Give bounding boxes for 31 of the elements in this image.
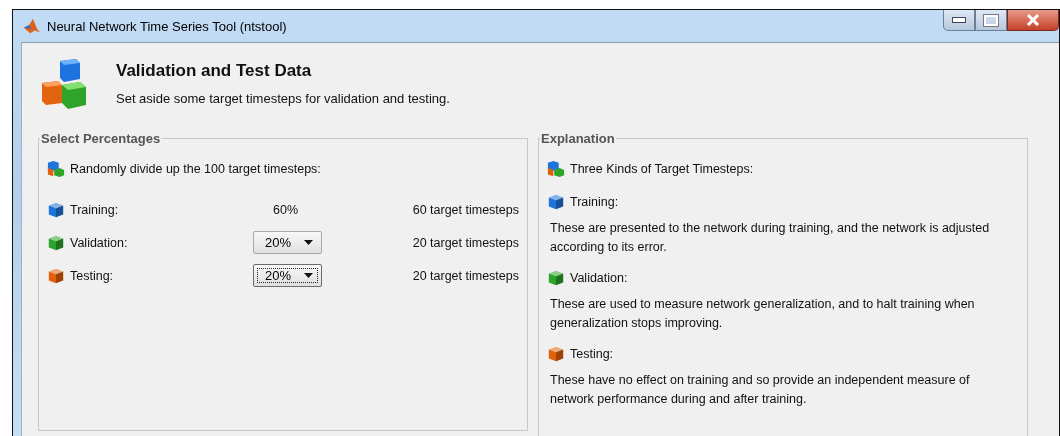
dropdown-arrow-icon: [304, 240, 314, 245]
description-text: These are used to measure network generalization, and to halt training when generalization stops improving.: [550, 296, 976, 332]
panel-title: Select Percentages: [40, 131, 162, 146]
intro-text: Randomly divide up the 100 target timesteps:: [70, 162, 321, 176]
description-text: These have no effect on training and so provide an independent measure of network performance during and after training.: [550, 372, 971, 408]
dropdown-arrow-icon: [304, 273, 314, 278]
timestep-count: 20 target timesteps: [412, 268, 519, 283]
percentage-value: 60%: [272, 202, 299, 217]
percentage-dropdown[interactable]: 20%: [253, 264, 323, 287]
window-title: Neural Network Time Series Tool (ntstool): [47, 18, 287, 34]
panel-title: Explanation: [540, 131, 616, 146]
cubes-icon: [547, 160, 565, 178]
page-title: Validation and Test Data: [116, 61, 313, 81]
section-heading: Training:: [570, 195, 619, 209]
section-heading: Testing:: [570, 347, 614, 361]
close-icon: [1026, 14, 1040, 26]
app-logo-icon: [23, 17, 41, 35]
timestep-count: 60 target timesteps: [412, 202, 519, 217]
close-button[interactable]: [1007, 10, 1059, 31]
row-label: Validation:: [70, 235, 128, 250]
minimize-button[interactable]: [943, 10, 975, 31]
row-label: Testing:: [70, 268, 114, 283]
percentage-dropdown[interactable]: 20%: [253, 231, 323, 254]
row-label: Training:: [70, 202, 119, 217]
maximize-button[interactable]: [975, 10, 1007, 31]
cubes-icon: [47, 160, 65, 178]
intro-text: Three Kinds of Target Timesteps:: [570, 162, 754, 176]
page-subtitle: Set aside some target timesteps for validation and testing.: [116, 91, 450, 106]
section-heading: Validation:: [570, 271, 628, 285]
description-text: These are presented to the network during training, and the network is adjusted according to its error.: [550, 220, 991, 256]
timestep-count: 20 target timesteps: [412, 235, 519, 250]
